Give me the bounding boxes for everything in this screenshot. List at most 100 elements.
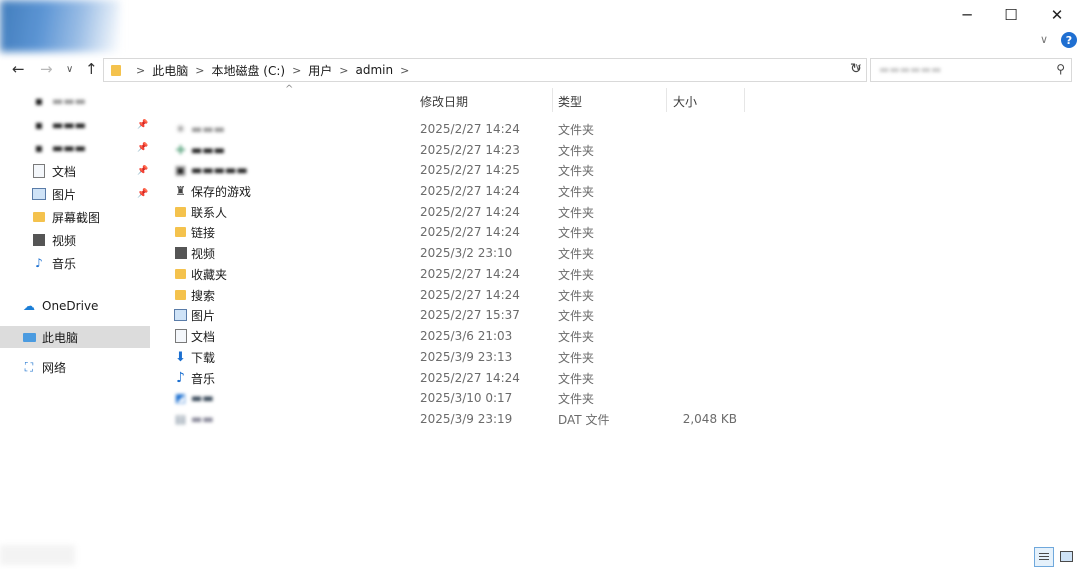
pin-icon[interactable]: 📌 [137, 189, 148, 199]
breadcrumb-this-pc[interactable]: 此电脑 [152, 62, 188, 79]
blurred-icon: ▤ [174, 412, 187, 426]
blurred-window-title [0, 0, 120, 52]
sidebar-item-music[interactable]: ♪ 音乐 [0, 252, 150, 274]
chevron-right-icon[interactable]: > [136, 64, 145, 77]
file-row[interactable]: 视频 2025/3/2 23:10 文件夹 [166, 243, 746, 263]
file-row[interactable]: ⬇ 下载 2025/3/9 23:13 文件夹 [166, 347, 746, 367]
breadcrumb-admin[interactable]: admin [356, 63, 394, 77]
forward-button[interactable]: → [40, 60, 53, 78]
sidebar-item-label-blurred: ▬▬▬ [52, 118, 87, 132]
file-date: 2025/2/27 14:24 [420, 205, 520, 219]
maximize-button[interactable]: ☐ [988, 0, 1034, 30]
file-date: 2025/2/27 14:24 [420, 122, 520, 136]
breadcrumb-local-disk[interactable]: 本地磁盘 (C:) [211, 62, 285, 79]
file-row[interactable]: 联系人 2025/2/27 14:24 文件夹 [166, 202, 746, 222]
sidebar-item-blurred[interactable]: ▪ ▬▬▬ 📌 [0, 137, 150, 159]
file-date: 2025/3/10 0:17 [420, 391, 513, 405]
file-type: 文件夹 [558, 267, 595, 282]
sidebar-item-blurred[interactable]: ▪ ▬▬▬ 📌 [0, 114, 150, 136]
this-pc-icon [22, 330, 36, 344]
column-header-label: 大小 [673, 94, 698, 109]
column-header-label: 修改日期 [420, 94, 469, 109]
pictures-icon [32, 187, 46, 201]
file-name: 视频 [191, 246, 216, 261]
recent-locations-button[interactable]: ∨ [66, 64, 73, 75]
file-row[interactable]: 收藏夹 2025/2/27 14:24 文件夹 [166, 264, 746, 284]
file-date: 2025/2/27 14:24 [420, 288, 520, 302]
breadcrumb-users[interactable]: 用户 [308, 62, 332, 79]
sidebar-item-this-pc[interactable]: 此电脑 [0, 326, 150, 348]
refresh-button[interactable]: ↻ [850, 61, 862, 77]
file-row[interactable]: 文档 2025/3/6 21:03 文件夹 [166, 326, 746, 346]
pin-icon[interactable]: 📌 [137, 166, 148, 176]
up-button[interactable]: ↑ [85, 60, 98, 78]
address-bar[interactable]: > 此电脑 > 本地磁盘 (C:) > 用户 > admin > ∨ [103, 58, 867, 82]
sidebar-item-label-blurred: ▬▬▬ [52, 141, 87, 155]
minimize-button[interactable]: ─ [944, 0, 990, 30]
file-type: 文件夹 [558, 329, 595, 344]
file-name: 图片 [191, 308, 216, 323]
help-button[interactable]: ? [1061, 32, 1077, 48]
file-date: 2025/2/27 15:37 [420, 308, 520, 322]
chevron-right-icon[interactable]: > [339, 64, 348, 77]
file-name-blurred: ▬▬ [191, 391, 214, 405]
chevron-right-icon[interactable]: > [400, 64, 409, 77]
saved-games-icon: ♜ [175, 184, 186, 198]
file-type: 文件夹 [558, 225, 595, 240]
file-row[interactable]: ◩ ▬▬ 2025/3/10 0:17 文件夹 [166, 388, 746, 408]
file-row[interactable]: 搜索 2025/2/27 14:24 文件夹 [166, 285, 746, 305]
file-row[interactable]: ▤ ▬▬ 2025/3/9 23:19 DAT 文件 2,048 KB [166, 409, 746, 429]
sidebar-item-blurred[interactable]: ▪ ▬▬▬ [0, 90, 150, 112]
links-icon [174, 226, 187, 238]
back-button[interactable]: ← [12, 60, 25, 78]
column-header-size[interactable]: 大小 [667, 90, 744, 112]
folder-icon [32, 210, 46, 224]
sidebar-item-videos[interactable]: 视频 [0, 229, 150, 251]
file-row[interactable]: ✚ ▬▬▬ 2025/2/27 14:23 文件夹 [166, 140, 746, 160]
music-icon: ♪ [176, 370, 185, 386]
sidebar-item-label: 网络 [42, 360, 67, 375]
file-row[interactable]: ✳ ▬▬▬ 2025/2/27 14:24 文件夹 [166, 119, 746, 139]
chevron-right-icon[interactable]: > [292, 64, 301, 77]
navigation-bar: ← → ∨ ↑ > 此电脑 > 本地磁盘 (C:) > 用户 > admin >… [0, 56, 1080, 84]
search-box[interactable]: ▬▬▬▬▬▬ ⚲ [870, 58, 1072, 82]
file-type: 文件夹 [558, 371, 595, 386]
file-type: 文件夹 [558, 163, 595, 178]
details-view-button[interactable] [1034, 547, 1054, 567]
column-divider[interactable] [744, 88, 745, 112]
sidebar-item-pictures[interactable]: 图片 📌 [0, 183, 150, 205]
file-row[interactable]: ▣ ▬▬▬▬▬ 2025/2/27 14:25 文件夹 [166, 160, 746, 180]
large-icons-view-icon [1059, 550, 1073, 562]
sidebar-item-screenshots[interactable]: 屏幕截图 [0, 206, 150, 228]
file-type: 文件夹 [558, 308, 595, 323]
large-icons-view-button[interactable] [1057, 547, 1075, 565]
chevron-right-icon[interactable]: > [195, 64, 204, 77]
file-date: 2025/3/9 23:13 [420, 350, 513, 364]
sidebar-item-documents[interactable]: 文档 📌 [0, 160, 150, 182]
sidebar-item-onedrive[interactable]: ☁ OneDrive [0, 295, 150, 317]
pin-icon[interactable]: 📌 [137, 120, 148, 130]
column-header-type[interactable]: 类型 [553, 90, 666, 112]
file-name-blurred: ▬▬▬ [191, 143, 226, 157]
sort-ascending-icon: ^ [285, 84, 294, 95]
sidebar-item-label-blurred: ▬▬▬ [52, 94, 87, 108]
file-name: 联系人 [191, 205, 228, 220]
sidebar-item-label: 视频 [52, 233, 77, 248]
file-type: 文件夹 [558, 246, 595, 261]
file-row[interactable]: ♜ 保存的游戏 2025/2/27 14:24 文件夹 [166, 181, 746, 201]
pin-icon[interactable]: 📌 [137, 143, 148, 153]
file-type: 文件夹 [558, 350, 595, 365]
file-name: 文档 [191, 329, 216, 344]
file-row[interactable]: 图片 2025/2/27 15:37 文件夹 [166, 305, 746, 325]
expand-ribbon-chevron-icon[interactable]: ∨ [1040, 33, 1048, 46]
documents-icon [174, 329, 187, 343]
sidebar-item-network[interactable]: ⛶ 网络 [0, 356, 150, 378]
file-row[interactable]: 链接 2025/2/27 14:24 文件夹 [166, 222, 746, 242]
column-header-date[interactable]: 修改日期 [414, 90, 552, 112]
close-button[interactable]: ✕ [1034, 0, 1080, 30]
music-icon: ♪ [35, 256, 43, 270]
search-icon[interactable]: ⚲ [1056, 62, 1065, 76]
file-row[interactable]: ♪ 音乐 2025/2/27 14:24 文件夹 [166, 368, 746, 388]
downloads-icon: ⬇ [175, 349, 186, 365]
favorites-icon [174, 268, 187, 280]
